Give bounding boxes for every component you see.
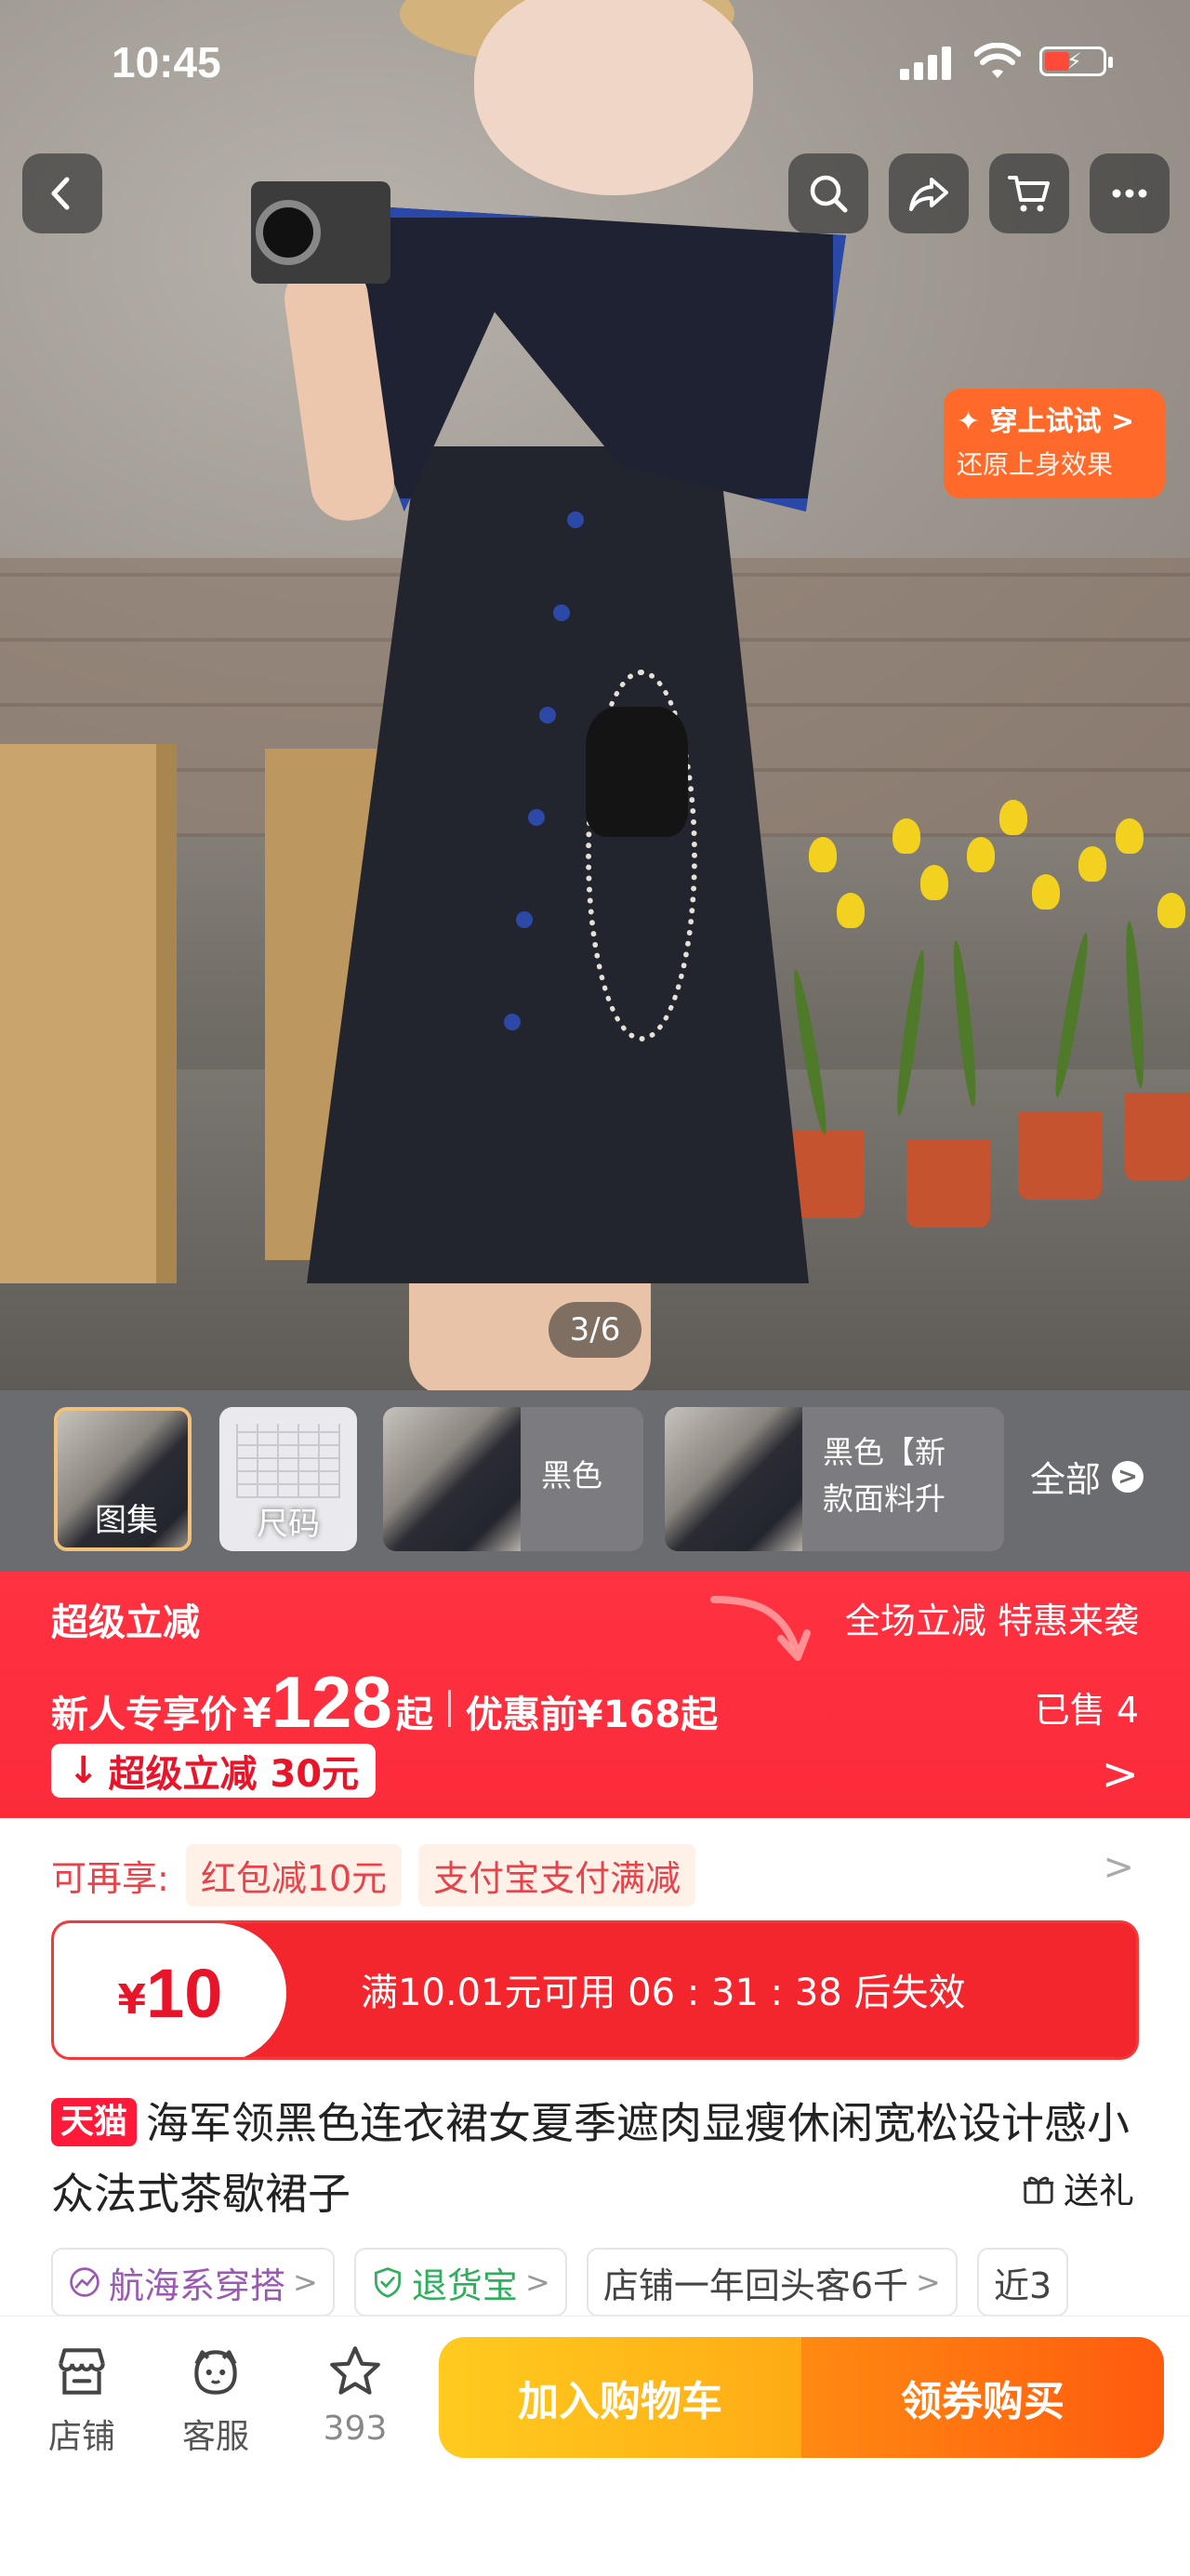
pill-label: 航海系穿搭: [109, 2264, 286, 2306]
coupon-value: 10: [146, 1954, 223, 2032]
price-row: 新人专享价 ¥ 128 起 优惠前¥168起: [51, 1660, 718, 1745]
shop-icon: [59, 2348, 105, 2395]
product-title-block: 天猫 海军领黑色连衣裙女夏季遮肉显瘦休闲宽松设计感小众法式茶歇裙子: [51, 2088, 1139, 2229]
share-button[interactable]: [889, 153, 969, 233]
image-counter: 3/6: [549, 1302, 641, 1358]
variant-label-line2: 款面料升: [823, 1481, 945, 1517]
shop-label: 店铺: [47, 2418, 115, 2456]
thumbnail-image: [665, 1407, 802, 1551]
coupon-description: 满10.01元可用 06 : 31 : 38 后失效: [361, 1972, 966, 2014]
price-label: 新人专享价: [51, 1693, 237, 1736]
discount-tag-label: 超级立减 30元: [108, 1753, 360, 1796]
thumbnail-caption: 尺码: [257, 1506, 320, 1543]
try-on-title: ✦ 穿上试试 >: [957, 405, 1135, 438]
chevron-right-icon: >: [524, 2264, 550, 2300]
photo-bag: [586, 707, 688, 837]
thumbnail-variant-black-new[interactable]: 黑色【新 款面料升: [665, 1407, 1004, 1551]
gift-icon: [1023, 2176, 1054, 2204]
pill-label: 退货宝: [411, 2264, 518, 2306]
service-pills: 航海系穿搭 > 退货宝 > 店铺一年回头客6千 > 近3: [51, 2248, 1190, 2322]
customer-service-icon: [194, 2350, 237, 2395]
size-chart-icon: [236, 1424, 340, 1498]
thumbnail-size-chart[interactable]: 尺码: [219, 1407, 357, 1551]
battery-icon: ⚡: [1039, 46, 1113, 76]
thumbnail-strip: 图集 尺码 黑色 黑色【新 款面料升: [0, 1390, 1190, 1572]
pill-return-insurance[interactable]: 退货宝 >: [353, 2248, 567, 2317]
product-title: 海军领黑色连衣裙女夏季遮肉显瘦休闲宽松设计感小众法式茶歇裙子: [51, 2098, 1130, 2219]
customer-service-button[interactable]: 客服: [160, 2343, 271, 2458]
share-icon: [909, 178, 948, 211]
sold-count: 已售 4: [1034, 1690, 1139, 1731]
try-on-subtitle: 还原上身效果: [957, 449, 1114, 480]
pill-style-tag[interactable]: 航海系穿搭 >: [51, 2248, 335, 2317]
thumbnail-image: [383, 1407, 521, 1551]
cart-button[interactable]: [989, 153, 1069, 233]
view-all-label: 全部: [1030, 1459, 1102, 1500]
coupon-amount: ¥ 10: [54, 1923, 286, 2057]
curved-arrow-icon: [710, 1596, 811, 1661]
status-time: 10:45: [112, 38, 221, 86]
favorite-count: 393: [323, 2410, 388, 2448]
gift-button[interactable]: 送礼: [1021, 2162, 1134, 2213]
wifi-icon: [973, 42, 1022, 80]
search-icon: [810, 175, 848, 213]
extra-offers-label: 可再享:: [51, 1858, 169, 1899]
shield-check-icon: [374, 2267, 401, 2298]
promo-title: 超级立减: [51, 1601, 200, 1644]
gift-label: 送礼: [1063, 2171, 1134, 2211]
thumbnail-variant-black[interactable]: 黑色: [383, 1407, 643, 1551]
photo-box: [0, 744, 177, 1283]
customer-service-label: 客服: [181, 2418, 249, 2456]
purchase-buttons: 加入购物车 领券购买: [439, 2337, 1164, 2458]
promo-slogan: 全场立减 特惠来袭: [844, 1600, 1139, 1641]
promo-banner[interactable]: 超级立减 全场立减 特惠来袭 新人专享价 ¥ 128 起 优惠前¥168起 已售…: [0, 1572, 1190, 1818]
pill-label: 近3: [993, 2264, 1052, 2306]
offers-section: 可再享: 红包减10元 支付宝支付满减 > ¥ 10 满10.01元可用 06 …: [0, 1818, 1190, 2376]
photo-model-dress: [307, 205, 846, 1390]
price-suffix: 起: [395, 1693, 433, 1736]
try-on-button[interactable]: ✦ 穿上试试 > 还原上身效果: [944, 389, 1165, 498]
original-price: 优惠前¥168起: [465, 1693, 719, 1736]
buy-with-coupon-button[interactable]: 领券购买: [801, 2337, 1164, 2458]
back-icon: [51, 177, 70, 210]
variant-label-line1: 黑色【新: [823, 1434, 945, 1470]
extra-offers-row[interactable]: 可再享: 红包减10元 支付宝支付满减: [51, 1844, 696, 1906]
photo-camera: [251, 181, 390, 284]
coupon-card[interactable]: ¥ 10 满10.01元可用 06 : 31 : 38 后失效: [51, 1920, 1139, 2060]
cart-icon: [1008, 176, 1050, 212]
bottom-action-bar: 店铺 客服 393 加入购物车 领券购买: [0, 2316, 1190, 2576]
offer-chip: 支付宝支付满减: [418, 1844, 696, 1906]
trend-icon: [70, 2267, 99, 2297]
status-bar: 10:45 ⚡: [0, 37, 1190, 93]
more-button[interactable]: [1090, 153, 1170, 233]
signal-icon: [900, 46, 956, 80]
chevron-right-icon: >: [916, 2264, 941, 2300]
chevron-right-icon[interactable]: >: [1103, 1846, 1134, 1889]
pill-more[interactable]: 近3: [976, 2248, 1069, 2317]
shop-button[interactable]: 店铺: [26, 2343, 138, 2458]
thumbnail-caption: 图集: [95, 1502, 158, 1539]
view-all-button[interactable]: 全部 >: [1030, 1451, 1144, 1502]
price-divider: [447, 1690, 451, 1727]
favorite-button[interactable]: 393: [299, 2343, 411, 2448]
more-icon: [1112, 189, 1147, 198]
offer-chip: 红包减10元: [185, 1844, 403, 1906]
price-value: 128: [271, 1661, 392, 1743]
coupon-currency: ¥: [117, 1975, 147, 2024]
price-currency: ¥: [243, 1690, 271, 1737]
pill-repeat-customers[interactable]: 店铺一年回头客6千 >: [586, 2248, 958, 2317]
add-to-cart-button[interactable]: 加入购物车: [439, 2337, 801, 2458]
discount-tag: ↓ 超级立减 30元: [51, 1744, 377, 1798]
search-button[interactable]: [788, 153, 868, 233]
star-icon: [330, 2346, 380, 2395]
tmall-badge: 天猫: [51, 2098, 138, 2146]
chevron-right-icon: >: [1101, 1748, 1139, 1800]
pill-label: 店铺一年回头客6千: [602, 2264, 909, 2306]
down-arrow-icon: ↓: [68, 1749, 99, 1792]
variant-label: 黑色: [541, 1457, 602, 1494]
chevron-right-icon: >: [293, 2264, 318, 2300]
back-button[interactable]: [22, 153, 102, 233]
thumbnail-gallery[interactable]: 图集: [54, 1407, 192, 1551]
chevron-right-icon: >: [1112, 1460, 1144, 1493]
